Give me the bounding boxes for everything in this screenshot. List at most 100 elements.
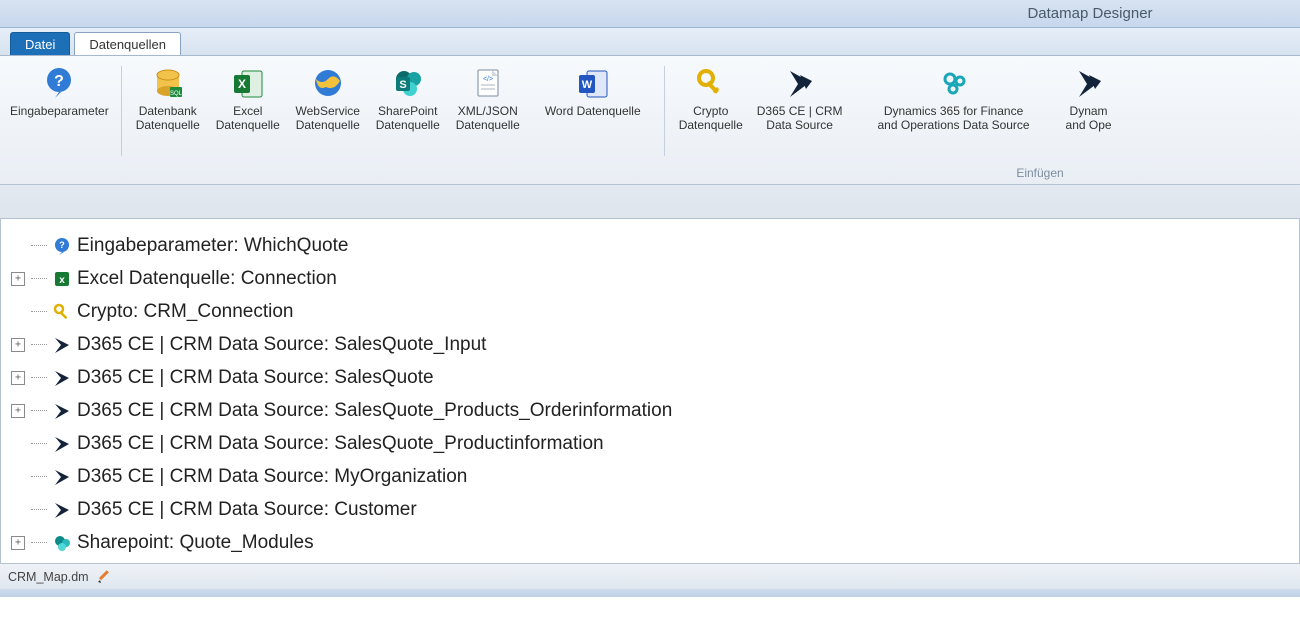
tree-row[interactable]: + D365 CE | CRM Data Source: SalesQuote_… — [11, 394, 1293, 427]
dynamics-icon — [53, 435, 71, 453]
dynamics-icon — [53, 336, 71, 354]
tree-row[interactable]: Eingabeparameter: WhichQuote — [11, 229, 1293, 262]
globe-icon — [311, 66, 345, 100]
tree-expander-none — [11, 470, 25, 484]
ribbon-label: Excel Datenquelle — [216, 104, 280, 132]
dynamics-icon — [53, 402, 71, 420]
database-icon — [151, 66, 185, 100]
tree-label: D365 CE | CRM Data Source: Customer — [77, 499, 417, 521]
dynamics-icon — [53, 468, 71, 486]
key-icon — [53, 303, 71, 321]
ribbon-btn-word[interactable]: Word Datenquelle — [528, 62, 658, 118]
tree-expander-plus[interactable]: + — [11, 536, 25, 550]
excel-icon — [53, 270, 71, 288]
ribbon-btn-eingabeparameter[interactable]: Eingabeparameter — [4, 62, 115, 118]
word-icon — [576, 66, 610, 100]
tree-label: D365 CE | CRM Data Source: SalesQuote_In… — [77, 334, 486, 356]
tree-expander-plus[interactable]: + — [11, 338, 25, 352]
tree-row[interactable]: Crypto: CRM_Connection — [11, 295, 1293, 328]
ribbon-btn-d365ce[interactable]: D365 CE | CRM Data Source — [751, 62, 849, 132]
tree-row[interactable]: + D365 CE | CRM Data Source: SalesQuote_… — [11, 328, 1293, 361]
tree-label: Crypto: CRM_Connection — [77, 301, 293, 323]
tree-line — [31, 542, 47, 543]
tree-expander-none — [11, 437, 25, 451]
ribbon-label: XML/JSON Datenquelle — [456, 104, 520, 132]
dynamics-icon — [53, 501, 71, 519]
tree-row[interactable]: + Excel Datenquelle: Connection — [11, 262, 1293, 295]
tree-label: D365 CE | CRM Data Source: SalesQuote_Pr… — [77, 433, 604, 455]
ribbon-btn-sharepoint[interactable]: SharePoint Datenquelle — [368, 62, 448, 132]
ribbon-btn-truncated[interactable]: Dynam and Ope — [1059, 62, 1119, 132]
question-bubble-icon — [42, 66, 76, 100]
app-title: Datamap Designer — [147, 5, 1152, 22]
question-bubble-icon — [53, 237, 71, 255]
ribbon-label: Dynamics 365 for Finance and Operations … — [878, 104, 1030, 132]
dynamics-icon — [1072, 66, 1106, 100]
tree-expander-plus[interactable]: + — [11, 404, 25, 418]
tree-label: Eingabeparameter: WhichQuote — [77, 235, 348, 257]
ribbon-btn-xmljson[interactable]: XML/JSON Datenquelle — [448, 62, 528, 132]
ribbon-buttons: Eingabeparameter Datenbank Datenquelle E… — [0, 56, 1300, 166]
tree-label: D365 CE | CRM Data Source: SalesQuote — [77, 367, 434, 389]
footer-tab-bar: CRM_Map.dm — [0, 563, 1300, 589]
tree-line — [31, 476, 47, 477]
document-filename: CRM_Map.dm — [8, 570, 89, 584]
gears-icon — [937, 66, 971, 100]
tree-line — [31, 509, 47, 510]
tab-datei[interactable]: Datei — [10, 32, 70, 55]
ribbon-group-caption: Einfügen — [0, 166, 1300, 184]
ribbon-label: SharePoint Datenquelle — [376, 104, 440, 132]
excel-icon — [231, 66, 265, 100]
tree-label: Excel Datenquelle: Connection — [77, 268, 337, 290]
tree-expander-none — [11, 239, 25, 253]
dynamics-icon — [783, 66, 817, 100]
tree-expander-none — [11, 305, 25, 319]
title-bar: Datamap Designer — [0, 0, 1300, 28]
tree-line — [31, 278, 47, 279]
tree-row[interactable]: + D365 CE | CRM Data Source: SalesQuote — [11, 361, 1293, 394]
tree-expander-plus[interactable]: + — [11, 371, 25, 385]
tree-label: D365 CE | CRM Data Source: MyOrganizatio… — [77, 466, 467, 488]
dynamics-icon — [53, 369, 71, 387]
tree-row[interactable]: D365 CE | CRM Data Source: Customer — [11, 493, 1293, 526]
tree-row[interactable]: + Sharepoint: Quote_Modules — [11, 526, 1293, 559]
ribbon-btn-d365fo[interactable]: Dynamics 365 for Finance and Operations … — [849, 62, 1059, 132]
tab-datenquellen[interactable]: Datenquellen — [74, 32, 181, 55]
tree-expander-plus[interactable]: + — [11, 272, 25, 286]
tree-line — [31, 344, 47, 345]
tree-line — [31, 311, 47, 312]
tree-line — [31, 377, 47, 378]
ribbon-btn-excel[interactable]: Excel Datenquelle — [208, 62, 288, 132]
tab-label: Datei — [25, 37, 55, 52]
tree-label: Sharepoint: Quote_Modules — [77, 532, 314, 554]
ribbon-separator — [121, 66, 122, 156]
tab-label: Datenquellen — [89, 37, 166, 52]
document-tab[interactable]: CRM_Map.dm — [8, 570, 89, 584]
ribbon: Eingabeparameter Datenbank Datenquelle E… — [0, 56, 1300, 185]
tabs-row: Datei Datenquellen — [0, 28, 1300, 56]
window-bottom-edge — [0, 589, 1300, 597]
tree-row[interactable]: D365 CE | CRM Data Source: SalesQuote_Pr… — [11, 427, 1293, 460]
ribbon-btn-crypto[interactable]: Crypto Datenquelle — [671, 62, 751, 132]
tree-line — [31, 410, 47, 411]
tree-line — [31, 245, 47, 246]
pencil-icon — [97, 570, 111, 584]
key-icon — [694, 66, 728, 100]
ribbon-label: Word Datenquelle — [545, 104, 641, 118]
ribbon-separator — [664, 66, 665, 156]
xml-page-icon — [471, 66, 505, 100]
tree-line — [31, 443, 47, 444]
ribbon-btn-webservice[interactable]: WebService Datenquelle — [288, 62, 368, 132]
tree-row[interactable]: D365 CE | CRM Data Source: MyOrganizatio… — [11, 460, 1293, 493]
tree-label: D365 CE | CRM Data Source: SalesQuote_Pr… — [77, 400, 672, 422]
spacer-strip — [0, 185, 1300, 219]
ribbon-btn-datenbank[interactable]: Datenbank Datenquelle — [128, 62, 208, 132]
tree-expander-none — [11, 503, 25, 517]
ribbon-label: Crypto Datenquelle — [679, 104, 743, 132]
ribbon-label: Dynam and Ope — [1066, 104, 1112, 132]
ribbon-label: D365 CE | CRM Data Source — [757, 104, 843, 132]
ribbon-label: Datenbank Datenquelle — [136, 104, 200, 132]
tree-panel: Eingabeparameter: WhichQuote + Excel Dat… — [0, 219, 1300, 563]
ribbon-label: WebService Datenquelle — [295, 104, 359, 132]
ribbon-label: Eingabeparameter — [10, 104, 109, 118]
